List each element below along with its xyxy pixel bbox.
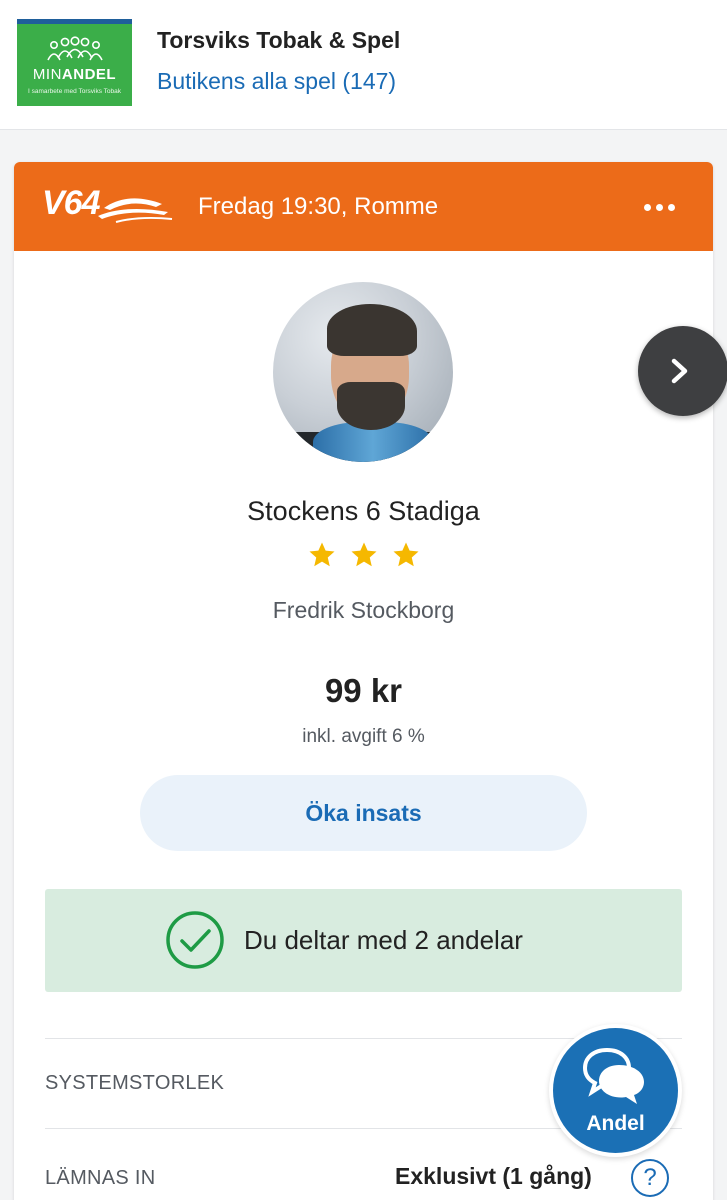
dot-icon — [667, 203, 675, 211]
game-header-bar: V64 Fredag 19:30, Romme — [14, 162, 713, 251]
store-name: Torsviks Tobak & Spel — [157, 27, 401, 53]
chevron-right-icon — [671, 358, 688, 384]
share-price: 99 kr — [324, 672, 403, 709]
trotting-sulky-icon — [98, 198, 173, 223]
participation-banner: Du deltar med 2 andelar — [45, 889, 682, 992]
checkmark-circle-icon — [166, 911, 224, 969]
share-fab-inner: Andel — [553, 1028, 678, 1153]
owner-avatar — [273, 282, 453, 462]
raise-stake-button[interactable]: Öka insats — [140, 775, 587, 851]
star-icon — [351, 542, 376, 567]
share-fab-button[interactable]: Andel — [549, 1024, 682, 1157]
avatar-beard — [337, 382, 405, 430]
fee-info: inkl. avgift 6 % — [302, 726, 425, 747]
avatar-hair — [327, 304, 417, 356]
owner-name[interactable]: Fredrik Stockborg — [14, 597, 713, 624]
detail-label: SYSTEMSTORLEK — [45, 1072, 225, 1094]
minandel-logo[interactable]: MINANDEL I samarbete med Torsviks Tobak — [17, 19, 132, 106]
more-options-button[interactable] — [634, 190, 684, 224]
game-name: V64 — [42, 184, 100, 222]
race-time: Fredag 19:30, Romme — [198, 193, 439, 220]
rating-stars — [14, 540, 713, 570]
participation-text: Du deltar med 2 andelar — [244, 925, 523, 955]
people-logo-icon — [47, 36, 103, 61]
logo-wordmark: MINANDEL — [32, 66, 117, 83]
star-icon — [309, 542, 334, 567]
v64-logo: V64 — [42, 184, 173, 230]
dot-icon — [643, 203, 651, 211]
share-fab-label: Andel — [586, 1112, 645, 1135]
store-all-games-link[interactable]: Butikens alla spel (147) — [157, 68, 396, 95]
store-header: MINANDEL I samarbete med Torsviks Tobak … — [0, 0, 727, 130]
detail-label: LÄMNAS IN — [45, 1167, 156, 1189]
logo-corner-stripe — [17, 19, 132, 24]
detail-value: Exklusivt (1 gång) — [395, 1163, 592, 1189]
chat-bubbles-icon — [582, 1047, 644, 1104]
next-syndicate-button[interactable] — [638, 326, 727, 416]
dot-icon — [655, 203, 663, 211]
star-icon — [393, 542, 418, 567]
logo-subtitle: I samarbete med Torsviks Tobak — [28, 88, 121, 95]
syndicate-name: Stockens 6 Stadiga — [247, 496, 480, 526]
help-icon[interactable]: ? — [631, 1159, 669, 1197]
